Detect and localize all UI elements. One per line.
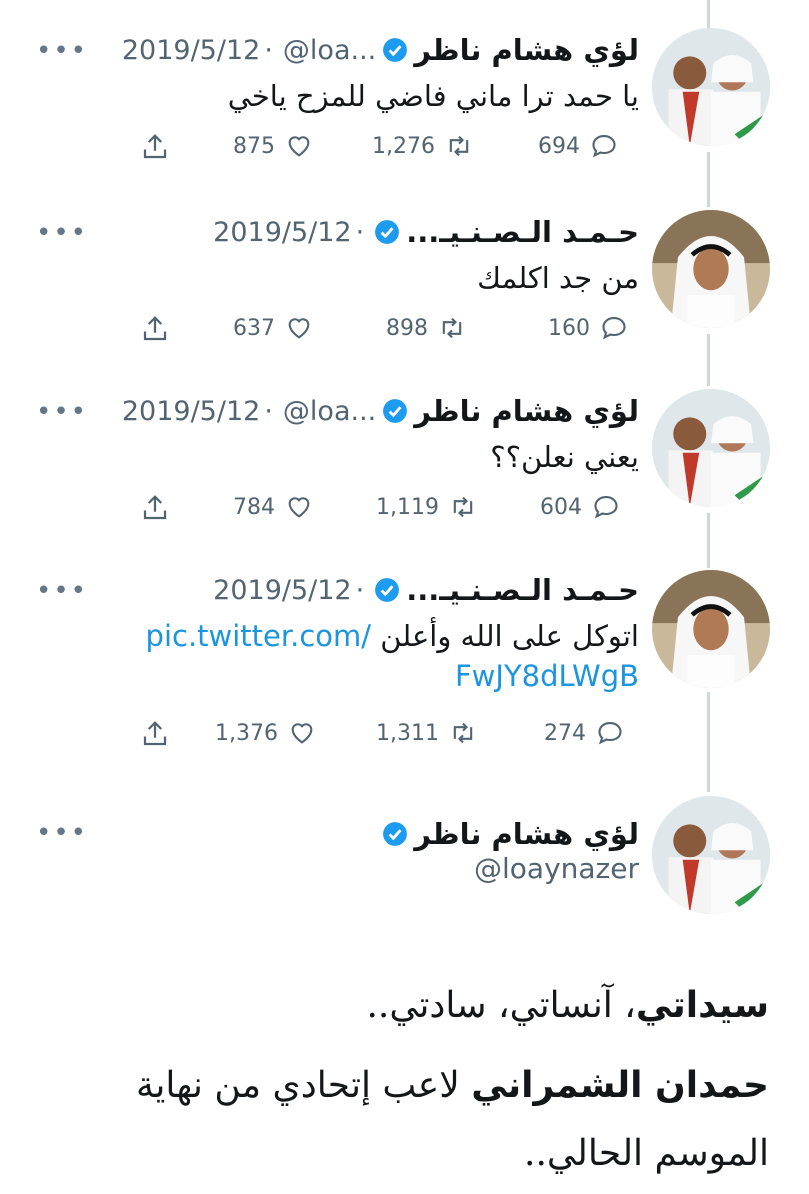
like-count: 875 bbox=[233, 133, 275, 159]
tweet-date[interactable]: 2019/5/12 bbox=[122, 35, 260, 66]
author-name[interactable]: حـمـد الـصـنـيـ... bbox=[406, 573, 639, 607]
like-icon bbox=[291, 723, 313, 744]
tweet-text: يا حمد ترا ماني فاضي للمزح ياخي bbox=[227, 79, 639, 113]
like-icon bbox=[288, 318, 310, 339]
tweet-actions: 694 1,276 875 bbox=[0, 132, 809, 172]
avatar[interactable] bbox=[652, 210, 770, 328]
tweet[interactable]: حـمـد الـصـنـيـ... · 2019/5/12 ••• اتوكل… bbox=[0, 564, 809, 774]
separator-dot: · bbox=[264, 395, 273, 427]
like-button[interactable]: 637 bbox=[233, 314, 313, 342]
share-button[interactable] bbox=[140, 719, 170, 753]
tweet[interactable]: حـمـد الـصـنـيـ... · 2019/5/12 ••• من جد… bbox=[0, 206, 809, 356]
reply-icon bbox=[594, 496, 618, 519]
share-icon bbox=[143, 721, 167, 746]
retweet-icon bbox=[449, 135, 469, 157]
main-tweet[interactable]: لؤي هشام ناظر @loaynazer ••• سيداتي، آنس… bbox=[0, 794, 809, 1194]
more-icon[interactable]: ••• bbox=[36, 36, 88, 66]
verified-icon bbox=[375, 578, 400, 602]
share-icon bbox=[143, 495, 167, 520]
retweet-button[interactable]: 898 bbox=[386, 314, 466, 342]
reply-button[interactable]: 160 bbox=[548, 314, 628, 342]
like-count: 637 bbox=[233, 315, 275, 341]
verified-icon bbox=[383, 822, 408, 846]
tweet-date[interactable]: 2019/5/12 bbox=[213, 575, 351, 606]
tweet-actions: 160 898 637 bbox=[0, 314, 809, 354]
retweet-count: 898 bbox=[386, 315, 428, 341]
tweet-text: من جد اكلمك bbox=[477, 261, 639, 295]
retweet-count: 1,311 bbox=[376, 720, 439, 746]
tweet[interactable]: لؤي هشام ناظر @loa... · 2019/5/12 ••• يع… bbox=[0, 385, 809, 535]
bold-player-name: حمدان الشمراني bbox=[471, 1065, 769, 1106]
tweet-text-body: اتوكل على الله وأعلن bbox=[380, 619, 639, 653]
reply-button[interactable]: 604 bbox=[540, 493, 620, 521]
tweet-date[interactable]: 2019/5/12 bbox=[122, 396, 260, 427]
more-icon[interactable]: ••• bbox=[36, 397, 88, 427]
tweet-date[interactable]: 2019/5/12 bbox=[213, 217, 351, 248]
like-button[interactable]: 875 bbox=[233, 132, 313, 160]
retweet-button[interactable]: 1,276 bbox=[372, 132, 473, 160]
reply-count: 274 bbox=[544, 720, 586, 746]
share-icon bbox=[143, 134, 167, 159]
like-button[interactable]: 784 bbox=[233, 493, 313, 521]
retweet-count: 1,276 bbox=[372, 133, 435, 159]
retweet-icon bbox=[453, 722, 473, 744]
avatar[interactable] bbox=[652, 389, 770, 507]
verified-icon bbox=[383, 38, 408, 62]
avatar[interactable] bbox=[652, 796, 770, 914]
tweet-text-line-1: سيداتي، آنساتي، سادتي.. bbox=[29, 976, 769, 1036]
more-icon[interactable]: ••• bbox=[36, 818, 88, 848]
author-handle[interactable]: @loa... bbox=[283, 35, 376, 66]
tweet-actions: 604 1,119 784 bbox=[0, 493, 809, 533]
like-count: 1,376 bbox=[215, 720, 278, 746]
separator-dot: · bbox=[264, 34, 273, 66]
like-count: 784 bbox=[233, 494, 275, 520]
tweet[interactable]: لؤي هشام ناظر @loa... · 2019/5/12 ••• يا… bbox=[0, 24, 809, 174]
reply-count: 604 bbox=[540, 494, 582, 520]
retweet-button[interactable]: 1,119 bbox=[376, 493, 477, 521]
retweet-button[interactable]: 1,311 bbox=[376, 719, 477, 747]
retweet-count: 1,119 bbox=[376, 494, 439, 520]
retweet-icon bbox=[453, 496, 473, 518]
verified-icon bbox=[375, 220, 400, 244]
avatar[interactable] bbox=[652, 28, 770, 146]
announcement-rest: لاعب إتحادي من نهاية bbox=[136, 1065, 472, 1106]
like-icon bbox=[288, 136, 310, 157]
reply-icon bbox=[602, 317, 626, 340]
share-button[interactable] bbox=[140, 314, 170, 348]
avatar[interactable] bbox=[652, 570, 770, 688]
more-icon[interactable]: ••• bbox=[36, 218, 88, 248]
reply-count: 160 bbox=[548, 315, 590, 341]
share-icon bbox=[143, 316, 167, 341]
author-name[interactable]: لؤي هشام ناظر bbox=[414, 817, 639, 851]
tweet-text-line-2: حمدان الشمراني لاعب إتحادي من نهاية bbox=[29, 1056, 769, 1116]
author-handle[interactable]: @loa... bbox=[283, 396, 376, 427]
retweet-icon bbox=[442, 317, 462, 339]
share-button[interactable] bbox=[140, 132, 170, 166]
reply-icon bbox=[598, 722, 622, 745]
like-icon bbox=[288, 497, 310, 518]
separator-dot: · bbox=[355, 216, 365, 248]
author-name[interactable]: لؤي هشام ناظر bbox=[414, 33, 639, 67]
author-name[interactable]: حـمـد الـصـنـيـ... bbox=[406, 215, 639, 249]
verified-icon bbox=[383, 399, 408, 423]
tweet-text: اتوكل على الله وأعلن pic.twitter.com/ Fw… bbox=[119, 616, 639, 696]
bold-greeting: سيداتي bbox=[635, 985, 769, 1026]
separator-dot: · bbox=[355, 574, 365, 606]
author-handle[interactable]: @loaynazer bbox=[474, 852, 639, 885]
greeting-rest: ، آنساتي، سادتي.. bbox=[366, 985, 636, 1026]
reply-button[interactable]: 274 bbox=[544, 719, 624, 747]
media-link-id[interactable]: FwJY8dLWgB bbox=[455, 659, 639, 693]
reply-count: 694 bbox=[538, 133, 580, 159]
author-name[interactable]: لؤي هشام ناظر bbox=[414, 394, 639, 428]
media-link[interactable]: pic.twitter.com/ bbox=[146, 619, 372, 653]
reply-button[interactable]: 694 bbox=[538, 132, 618, 160]
tweet-text: يعني نعلن؟؟ bbox=[490, 440, 639, 474]
like-button[interactable]: 1,376 bbox=[215, 719, 316, 747]
tweet-actions: 274 1,311 1,376 bbox=[0, 719, 809, 759]
share-button[interactable] bbox=[140, 493, 170, 527]
reply-icon bbox=[592, 135, 616, 158]
tweet-text-line-3: الموسم الحالي.. bbox=[524, 1133, 769, 1174]
more-icon[interactable]: ••• bbox=[36, 576, 88, 606]
